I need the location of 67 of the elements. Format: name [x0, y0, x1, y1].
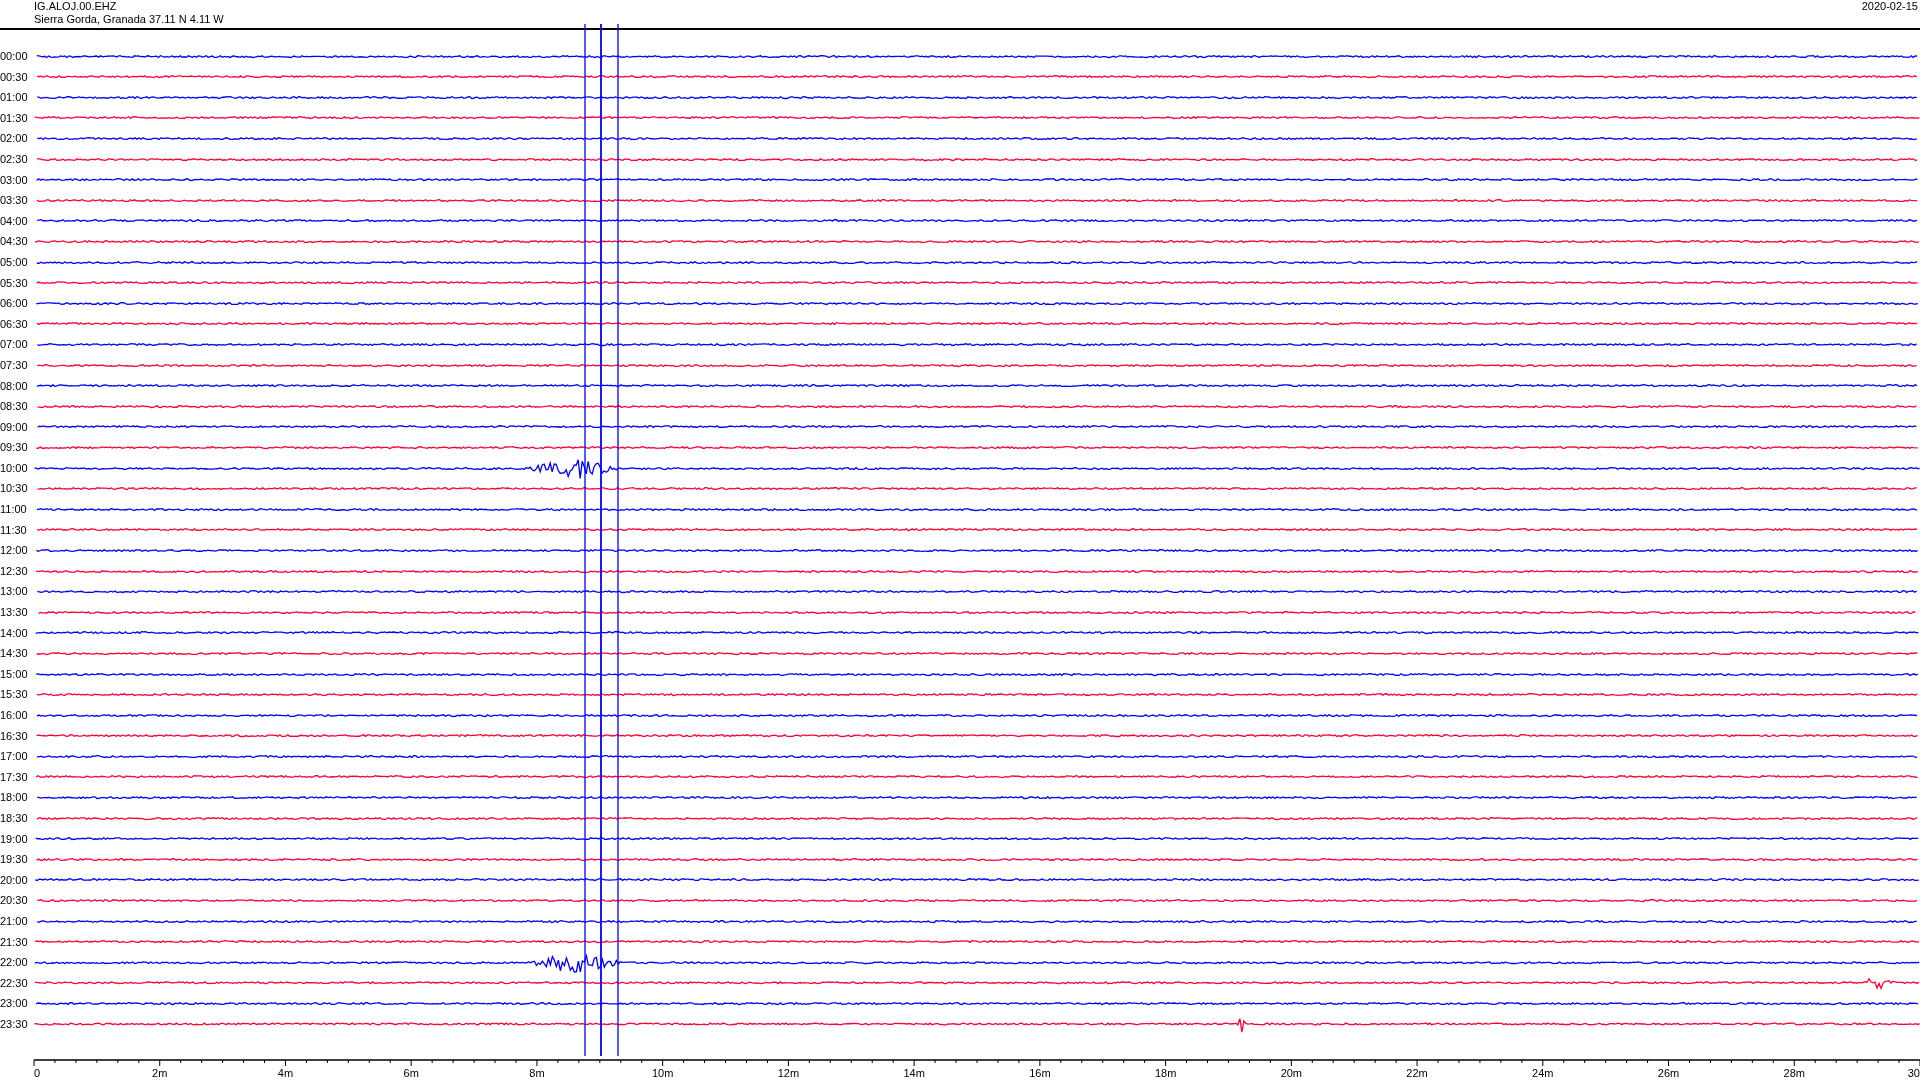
time-label: 00:00	[0, 50, 29, 62]
axis-label: 14m	[903, 1066, 925, 1079]
time-label: 02:30	[0, 152, 29, 165]
axis-label: 24m	[1532, 1066, 1554, 1079]
time-label: 16:00	[0, 709, 29, 721]
time-label: 20:00	[0, 873, 29, 886]
axis-label: 26m	[1657, 1066, 1680, 1079]
time-label: 08:00	[0, 379, 29, 392]
time-label: 14:00	[0, 626, 29, 639]
time-label: 03:00	[0, 173, 29, 186]
time-label: 03:30	[0, 194, 29, 207]
time-label: 20:30	[0, 894, 29, 907]
time-label: 13:30	[0, 606, 29, 619]
time-label: 00:30	[0, 70, 29, 83]
time-label: 14:30	[0, 647, 29, 660]
time-label: 21:00	[0, 914, 29, 927]
time-label: 01:30	[0, 111, 29, 124]
time-label: 13:00	[0, 585, 29, 598]
time-label: 08:30	[0, 400, 29, 413]
time-label: 17:00	[0, 750, 29, 763]
time-label: 09:30	[0, 441, 29, 454]
axis-label: 12m	[777, 1066, 800, 1079]
time-label: 02:00	[0, 132, 29, 145]
time-label: 12:30	[0, 564, 29, 577]
time-label: 12:00	[0, 544, 29, 557]
time-label: 23:00	[0, 997, 29, 1010]
axis-label: 18m	[1154, 1066, 1177, 1079]
time-label: 19:30	[0, 853, 29, 866]
time-label: 10:30	[0, 482, 29, 495]
time-label: 07:30	[0, 358, 29, 371]
time-label: 04:00	[0, 214, 29, 227]
time-label: 05:00	[0, 255, 29, 268]
time-label: 22:30	[0, 976, 29, 989]
axis-label: 10m	[651, 1066, 674, 1079]
time-label: 22:00	[0, 956, 29, 969]
time-label: 05:30	[0, 276, 29, 289]
time-label: 11:30	[0, 523, 28, 536]
axis-label: 6m	[403, 1066, 419, 1079]
time-label: 10:00	[0, 461, 29, 474]
axis-label: 20m	[1280, 1066, 1303, 1079]
time-label: 15:00	[0, 667, 29, 680]
axis-label: 2m	[152, 1066, 168, 1079]
station-location: Sierra Gorda, Granada 37.11 N 4.11 W	[34, 13, 224, 26]
axis-label: 28m	[1783, 1066, 1805, 1079]
axis-label: 4m	[277, 1066, 294, 1079]
time-label: 19:00	[0, 832, 29, 845]
plot-date: 2020-02-15	[1861, 0, 1918, 14]
axis-label: 30	[1907, 1066, 1920, 1079]
station-code: IG.ALOJ.00.EHZ	[34, 0, 118, 13]
time-label: 04:30	[0, 235, 29, 248]
time-label: 01:00	[0, 91, 29, 104]
axis-label: 0	[33, 1066, 41, 1079]
time-label: 18:00	[0, 791, 29, 804]
axis-label: 8m	[529, 1066, 545, 1079]
time-label: 17:30	[0, 770, 29, 783]
axis-label: 22m	[1406, 1066, 1428, 1079]
time-label: 18:30	[0, 811, 29, 824]
time-label: 11:00	[0, 503, 28, 516]
time-label: 15:30	[0, 688, 29, 701]
time-label: 09:00	[0, 420, 29, 433]
time-label: 06:30	[0, 317, 29, 330]
axis-label: 16m	[1029, 1066, 1051, 1079]
time-label: 06:00	[0, 297, 29, 310]
time-label: 21:30	[0, 935, 29, 948]
time-label: 23:30	[0, 1017, 29, 1030]
time-label: 07:00	[0, 338, 29, 351]
time-label: 16:30	[0, 729, 29, 742]
